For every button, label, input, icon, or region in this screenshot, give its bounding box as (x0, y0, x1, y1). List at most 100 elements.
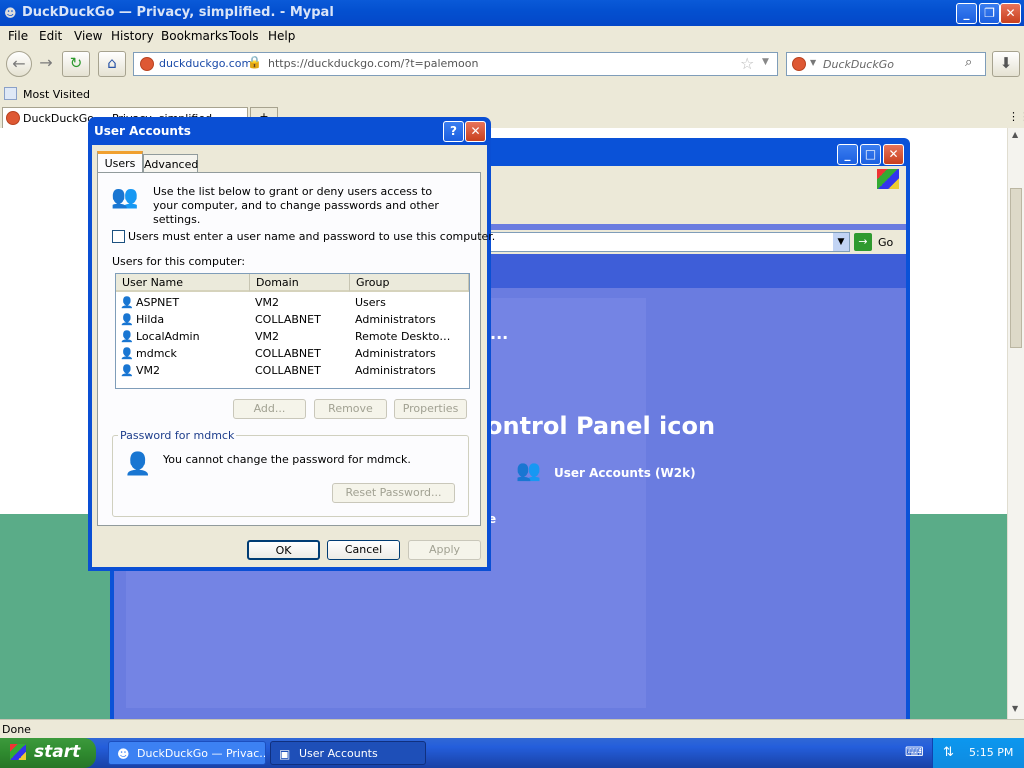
user-icon: 👤 (120, 330, 134, 343)
start-label: start (34, 742, 81, 762)
back-button[interactable]: ← (6, 51, 32, 77)
scroll-down-icon[interactable]: ▼ (1012, 704, 1018, 713)
downloads-button[interactable]: ⬇ (992, 51, 1020, 77)
search-icon[interactable]: ⌕ (965, 55, 972, 70)
scrollbar-thumb[interactable] (1010, 188, 1022, 348)
cp-go-button[interactable]: Go (878, 236, 893, 249)
cp-address-dropdown-icon[interactable]: ▼ (833, 233, 849, 251)
lock-icon: 🔒 (247, 55, 262, 69)
dialog-help-button[interactable]: ? (443, 121, 464, 142)
cell-group: Administrators (355, 347, 436, 360)
reload-icon: ↻ (69, 54, 83, 72)
column-domain[interactable]: Domain (250, 274, 350, 292)
search-engine-icon[interactable] (792, 57, 806, 71)
cell-domain: VM2 (255, 330, 280, 343)
minimize-button[interactable]: _ (956, 3, 977, 24)
engine-dropdown-icon[interactable]: ▼ (810, 58, 816, 67)
forward-button[interactable]: → (33, 51, 59, 77)
most-visited-bookmark[interactable]: Most Visited (23, 88, 90, 101)
start-button[interactable]: start (0, 738, 96, 768)
cell-user-name: Hilda (136, 313, 165, 326)
users-list-label: Users for this computer: (112, 255, 246, 268)
menu-file[interactable]: File (8, 29, 28, 43)
go-arrow-icon[interactable]: → (854, 233, 872, 251)
url-bar[interactable]: duckduckgo.com 🔒 https://duckduckgo.com/… (133, 52, 778, 76)
cell-user-name: VM2 (136, 364, 161, 377)
require-login-checkbox[interactable] (112, 230, 125, 243)
taskbar-user-accounts-task[interactable]: ▣ User Accounts (270, 741, 426, 765)
ok-button[interactable]: OK (247, 540, 320, 560)
menu-view[interactable]: View (74, 29, 102, 43)
user-globe-icon: 👤 (124, 452, 152, 477)
cp-heading: ontrol Panel icon (486, 412, 716, 440)
app-icon: ☻ (4, 6, 17, 20)
home-icon: ⌂ (107, 54, 117, 72)
page-scrollbar[interactable]: ▲ ▼ (1007, 128, 1024, 719)
url-dropdown-icon[interactable]: ▼ (762, 57, 769, 67)
menu-bookmarks[interactable]: Bookmarks (161, 29, 228, 43)
network-icon[interactable]: ⇅ (943, 745, 954, 760)
cell-domain: COLLABNET (255, 347, 321, 360)
bookmark-star-icon[interactable]: ☆ (740, 54, 754, 73)
scroll-up-icon[interactable]: ▲ (1012, 130, 1018, 139)
remove-button[interactable]: Remove (314, 399, 387, 419)
properties-button[interactable]: Properties (394, 399, 467, 419)
windows-logo-icon (877, 169, 899, 189)
password-groupbox (112, 435, 469, 517)
user-accounts-task-icon: ▣ (279, 747, 291, 761)
table-row[interactable]: 👤 ASPNET VM2 Users (116, 295, 469, 312)
back-arrow-icon: ← (12, 54, 26, 73)
cancel-button[interactable]: Cancel (327, 540, 400, 560)
cell-user-name: ASPNET (136, 296, 180, 309)
clock[interactable]: 5:15 PM (969, 746, 1013, 759)
search-placeholder: DuckDuckGo (823, 58, 894, 71)
table-row[interactable]: 👤 Hilda COLLABNET Administrators (116, 312, 469, 329)
menu-history[interactable]: History (111, 29, 154, 43)
cell-user-name: mdmck (136, 347, 177, 360)
cp-maximize-button[interactable]: □ (860, 144, 881, 165)
user-icon: 👤 (120, 347, 134, 360)
system-tray: ⇅ 5:15 PM (932, 738, 1024, 768)
user-accounts-icon[interactable]: 👥 (516, 458, 542, 484)
maximize-button[interactable]: ❐ (979, 3, 1000, 24)
reload-button[interactable]: ↻ (62, 51, 90, 77)
user-icon: 👤 (120, 313, 134, 326)
password-info-text: You cannot change the password for mdmck… (163, 453, 411, 466)
keyboard-icon[interactable]: ⌨ (905, 745, 924, 760)
table-row[interactable]: 👤 LocalAdmin VM2 Remote Deskto… (116, 329, 469, 346)
password-group-label: Password for mdmck (118, 429, 237, 442)
users-list[interactable]: User Name Domain Group 👤 ASPNET VM2 User… (115, 273, 470, 389)
column-user-name[interactable]: User Name (116, 274, 250, 292)
user-icon: 👤 (120, 296, 134, 309)
menu-edit[interactable]: Edit (39, 29, 62, 43)
download-icon: ⬇ (999, 54, 1013, 72)
tab-list-icon[interactable]: ⋮⋮ (1008, 110, 1024, 123)
cell-domain: COLLABNET (255, 313, 321, 326)
home-button[interactable]: ⌂ (98, 51, 126, 77)
users-keys-icon: 👥 (111, 185, 139, 210)
browser-title-bar: ☻ DuckDuckGo — Privacy, simplified. - My… (0, 0, 1024, 26)
reset-password-button[interactable]: Reset Password... (332, 483, 455, 503)
status-bar: Done (0, 719, 1024, 739)
bookmarks-toolbar: Most Visited (0, 82, 1024, 107)
menu-help[interactable]: Help (268, 29, 295, 43)
user-icon: 👤 (120, 364, 134, 377)
tab-advanced[interactable]: Advanced (143, 154, 198, 174)
cp-minimize-button[interactable]: _ (837, 144, 858, 165)
close-button[interactable]: ✕ (1000, 3, 1021, 24)
apply-button[interactable]: Apply (408, 540, 481, 560)
table-row[interactable]: 👤 mdmck COLLABNET Administrators (116, 346, 469, 363)
menu-tools[interactable]: Tools (229, 29, 259, 43)
column-group[interactable]: Group (350, 274, 469, 292)
table-row[interactable]: 👤 VM2 COLLABNET Administrators (116, 363, 469, 380)
browser-task-label: DuckDuckGo — Privac... (137, 747, 266, 760)
search-bar[interactable]: ▼ DuckDuckGo ⌕ (786, 52, 986, 76)
cp-close-button[interactable]: ✕ (883, 144, 904, 165)
dialog-close-button[interactable]: ✕ (465, 121, 486, 142)
cell-group: Administrators (355, 313, 436, 326)
dialog-title: User Accounts (94, 124, 191, 138)
tab-users[interactable]: Users (97, 151, 143, 173)
taskbar-browser-task[interactable]: ☻ DuckDuckGo — Privac... (108, 741, 266, 765)
add-button[interactable]: Add... (233, 399, 306, 419)
user-accounts-w2k-link[interactable]: User Accounts (W2k) (554, 466, 696, 480)
